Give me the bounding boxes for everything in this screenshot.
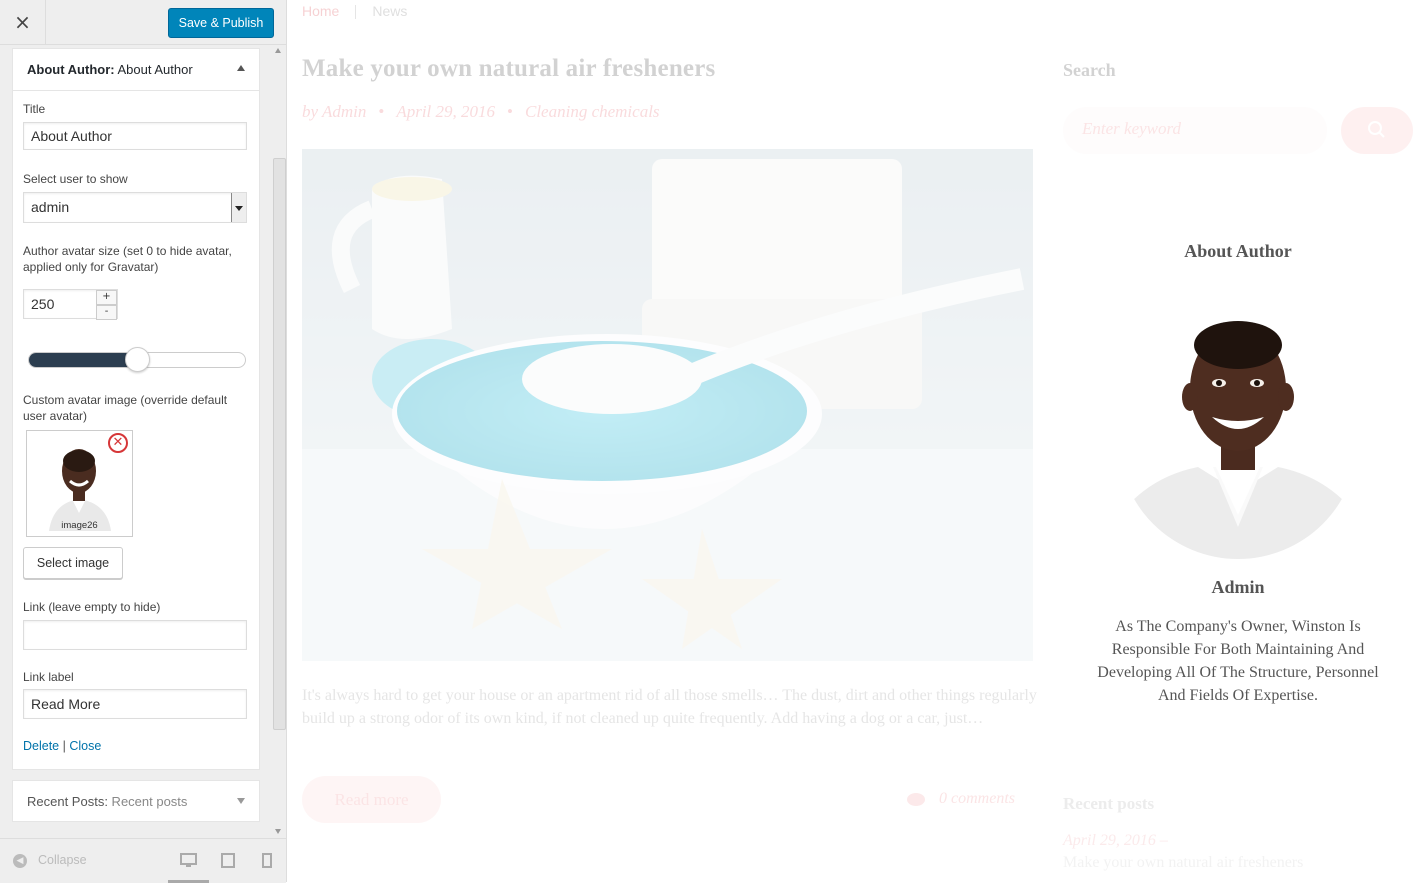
- expand-arrow-icon[interactable]: [237, 798, 245, 804]
- close-icon: ×: [14, 10, 31, 34]
- post-author[interactable]: by Admin: [302, 102, 366, 121]
- link-input[interactable]: [23, 620, 247, 650]
- close-link[interactable]: Close: [69, 739, 101, 753]
- recent-post-date: April 29, 2016 –: [1063, 832, 1168, 849]
- search-input[interactable]: Enter keyword: [1063, 107, 1327, 154]
- chevron-down-icon[interactable]: [231, 193, 246, 222]
- breadcrumb-home[interactable]: Home: [302, 3, 339, 19]
- sea-salt-bowl-image: [302, 149, 1033, 661]
- search-icon: [1368, 121, 1385, 138]
- actions-separator: |: [59, 739, 70, 753]
- search-button[interactable]: [1341, 107, 1413, 154]
- post-category[interactable]: Cleaning chemicals: [525, 102, 660, 121]
- collapse-button[interactable]: Collapse: [38, 853, 87, 867]
- read-more-button[interactable]: Read more: [302, 776, 441, 823]
- post-title[interactable]: Make your own natural air fresheners: [302, 55, 715, 83]
- customizer-footer: ◀ Collapse: [0, 838, 286, 883]
- scroll-down-arrow-icon[interactable]: [275, 829, 281, 834]
- post-excerpt: It's always hard to get your house or an…: [302, 687, 1037, 727]
- close-customizer-button[interactable]: ×: [0, 0, 46, 44]
- recent-posts-title: Recent posts: [1063, 794, 1155, 813]
- widget-title: About Author: [114, 62, 193, 77]
- collapse-arrow-icon[interactable]: [237, 65, 245, 71]
- scrollbar-thumb[interactable]: [273, 158, 286, 730]
- meta-dot: •: [378, 102, 385, 121]
- comment-icon: [907, 792, 925, 806]
- select-image-button[interactable]: Select image: [23, 547, 123, 579]
- link-label-label: Link label: [23, 670, 74, 684]
- breadcrumb: Home News: [302, 3, 407, 20]
- about-author-widget: About Author: About Author Title Select …: [12, 48, 260, 770]
- author-name: Admin: [1211, 577, 1265, 597]
- avatar-size-label: Author avatar size (set 0 to hide avatar…: [23, 244, 232, 274]
- title-label: Title: [23, 102, 46, 116]
- link-label-input[interactable]: [23, 689, 247, 719]
- recent-widget-title: Recent posts: [107, 794, 188, 809]
- author-bio: As The Company's Owner, Winston Is Respo…: [1097, 618, 1379, 704]
- customizer-panel: × Save & Publish About Author: About Aut…: [0, 0, 287, 883]
- post-date[interactable]: April 29, 2016: [396, 102, 495, 121]
- sidebar-scrollbar[interactable]: [272, 48, 286, 838]
- post-featured-image[interactable]: [302, 149, 1033, 661]
- user-select[interactable]: admin: [23, 192, 247, 223]
- slider-fill: [29, 353, 137, 367]
- slider-handle[interactable]: [125, 347, 150, 372]
- about-author-title: About Author: [1184, 241, 1292, 261]
- save-publish-button[interactable]: Save & Publish: [168, 8, 274, 38]
- search-widget-title: Search: [1063, 60, 1116, 80]
- author-avatar: [1118, 317, 1358, 559]
- widget-type: About Author:: [27, 62, 115, 77]
- title-input[interactable]: [23, 122, 247, 150]
- avatar-thumbnail-caption: image26: [61, 520, 98, 531]
- stepper-plus[interactable]: +: [96, 290, 117, 305]
- user-select-label: Select user to show: [23, 172, 128, 186]
- user-select-value: admin: [31, 199, 70, 215]
- custom-avatar-label: Custom avatar image (override default us…: [23, 393, 228, 423]
- desktop-preview-icon[interactable]: [180, 853, 197, 868]
- mobile-preview-icon[interactable]: [262, 853, 272, 868]
- scroll-up-arrow-icon[interactable]: [275, 48, 281, 53]
- post-meta: by Admin • April 29, 2016 • Cleaning chemica…: [302, 102, 660, 122]
- breadcrumb-news[interactable]: News: [372, 3, 407, 19]
- collapse-icon[interactable]: ◀: [13, 854, 27, 868]
- remove-image-icon[interactable]: ✕: [108, 433, 128, 453]
- tablet-preview-icon[interactable]: [221, 853, 235, 868]
- recent-posts-widget[interactable]: Recent Posts: Recent posts: [12, 780, 260, 822]
- author-photo-image: [1118, 317, 1358, 559]
- meta-dot: •: [507, 102, 513, 121]
- avatar-size-stepper[interactable]: + -: [96, 290, 117, 320]
- customizer-header: × Save & Publish: [0, 0, 286, 45]
- widget-header[interactable]: About Author: About Author: [13, 49, 259, 91]
- widget-actions: Delete | Close: [23, 739, 101, 753]
- comments-count: 0 comments: [939, 790, 1015, 807]
- post-comments[interactable]: 0 comments: [907, 790, 1015, 808]
- site-preview: Home News Make your own natural air fresh…: [287, 0, 1427, 882]
- recent-post-link[interactable]: Make your own natural air fresheners: [1063, 854, 1303, 872]
- link-label: Link (leave empty to hide): [23, 600, 161, 614]
- delete-link[interactable]: Delete: [23, 739, 59, 753]
- stepper-minus[interactable]: -: [96, 305, 117, 320]
- recent-widget-type: Recent Posts:: [27, 794, 108, 809]
